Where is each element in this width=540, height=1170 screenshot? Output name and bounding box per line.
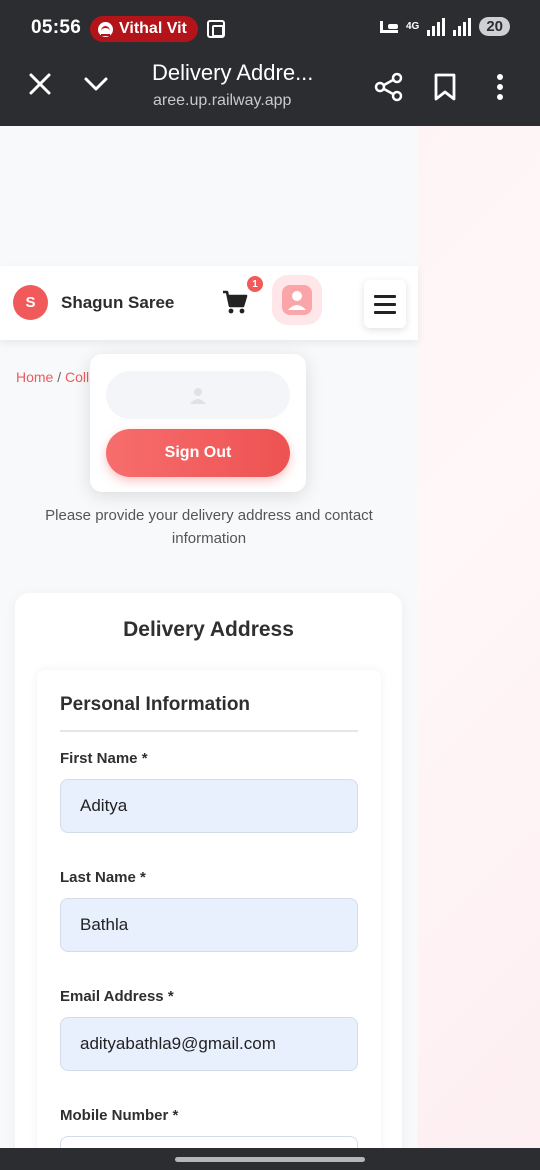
menu-icon-line bbox=[374, 310, 396, 314]
home-indicator[interactable] bbox=[175, 1157, 365, 1162]
spotify-icon bbox=[98, 21, 113, 37]
brand-name[interactable]: Shagun Saree bbox=[61, 293, 174, 313]
profile-button[interactable] bbox=[272, 275, 322, 325]
form-title: Delivery Address bbox=[123, 618, 294, 641]
first-name-label: First Name * bbox=[60, 750, 148, 767]
media-pill[interactable]: Vithal Vit bbox=[90, 16, 198, 42]
cart-badge: 1 bbox=[245, 274, 265, 294]
share-icon[interactable] bbox=[374, 72, 404, 102]
page-subtitle: Please provide your delivery address and… bbox=[45, 507, 373, 547]
dropdown-user-row[interactable] bbox=[106, 371, 290, 419]
breadcrumb-current[interactable]: Coll bbox=[65, 369, 89, 385]
page-viewport: S Shagun Saree 1 Home / Coll Please prov… bbox=[0, 126, 418, 1148]
screenshot-icon bbox=[207, 20, 225, 38]
bed-icon bbox=[379, 20, 398, 33]
network-type: 4G bbox=[405, 20, 420, 32]
system-icons: 4G 20 bbox=[379, 17, 510, 36]
breadcrumb-separator: / bbox=[57, 369, 62, 385]
email-label: Email Address * bbox=[60, 988, 174, 1005]
menu-icon-line bbox=[374, 302, 396, 306]
bookmark-icon[interactable] bbox=[433, 72, 457, 102]
chevron-down-icon[interactable] bbox=[82, 70, 110, 98]
gesture-bar bbox=[0, 1148, 540, 1170]
brand-logo[interactable]: S bbox=[13, 285, 48, 320]
user-icon bbox=[190, 388, 206, 404]
personal-info-section: Personal Information First Name * Aditya… bbox=[37, 670, 381, 1148]
sign-out-button[interactable]: Sign Out bbox=[106, 429, 290, 477]
signal-icon bbox=[427, 17, 446, 36]
delivery-address-card: Delivery Address Personal Information Fi… bbox=[15, 593, 402, 1148]
menu-button[interactable] bbox=[364, 280, 406, 328]
media-pill-label: Vithal Vit bbox=[119, 20, 187, 37]
web-page: S Shagun Saree 1 Home / Coll Please prov… bbox=[0, 126, 540, 1148]
user-icon bbox=[282, 285, 312, 315]
menu-icon-line bbox=[374, 294, 396, 298]
first-name-input[interactable]: Aditya bbox=[60, 779, 358, 833]
browser-toolbar: Delivery Addre... aree.up.railway.app bbox=[0, 52, 540, 126]
close-icon[interactable] bbox=[26, 70, 54, 98]
last-name-input[interactable]: Bathla bbox=[60, 898, 358, 952]
cart-icon[interactable] bbox=[221, 288, 249, 316]
mobile-input[interactable] bbox=[60, 1136, 358, 1148]
tab-title: Delivery Addre... bbox=[152, 60, 314, 85]
status-bar: 05:56 Vithal Vit 4G 20 bbox=[0, 0, 540, 52]
signal-icon-2 bbox=[453, 17, 472, 36]
section-divider bbox=[60, 730, 358, 732]
status-time: 05:56 bbox=[31, 17, 82, 38]
site-navbar: S Shagun Saree 1 bbox=[0, 266, 418, 340]
url-text[interactable]: aree.up.railway.app bbox=[153, 92, 291, 110]
section-title: Personal Information bbox=[60, 694, 251, 715]
last-name-label: Last Name * bbox=[60, 869, 146, 886]
email-input[interactable]: adityabathla9@gmail.com bbox=[60, 1017, 358, 1071]
battery-level: 20 bbox=[479, 17, 510, 36]
user-dropdown: Sign Out bbox=[90, 354, 306, 492]
breadcrumb-home[interactable]: Home bbox=[16, 369, 53, 385]
mobile-label: Mobile Number * bbox=[60, 1107, 179, 1124]
breadcrumb: Home / Coll bbox=[16, 369, 89, 385]
more-vert-icon[interactable] bbox=[490, 72, 510, 102]
